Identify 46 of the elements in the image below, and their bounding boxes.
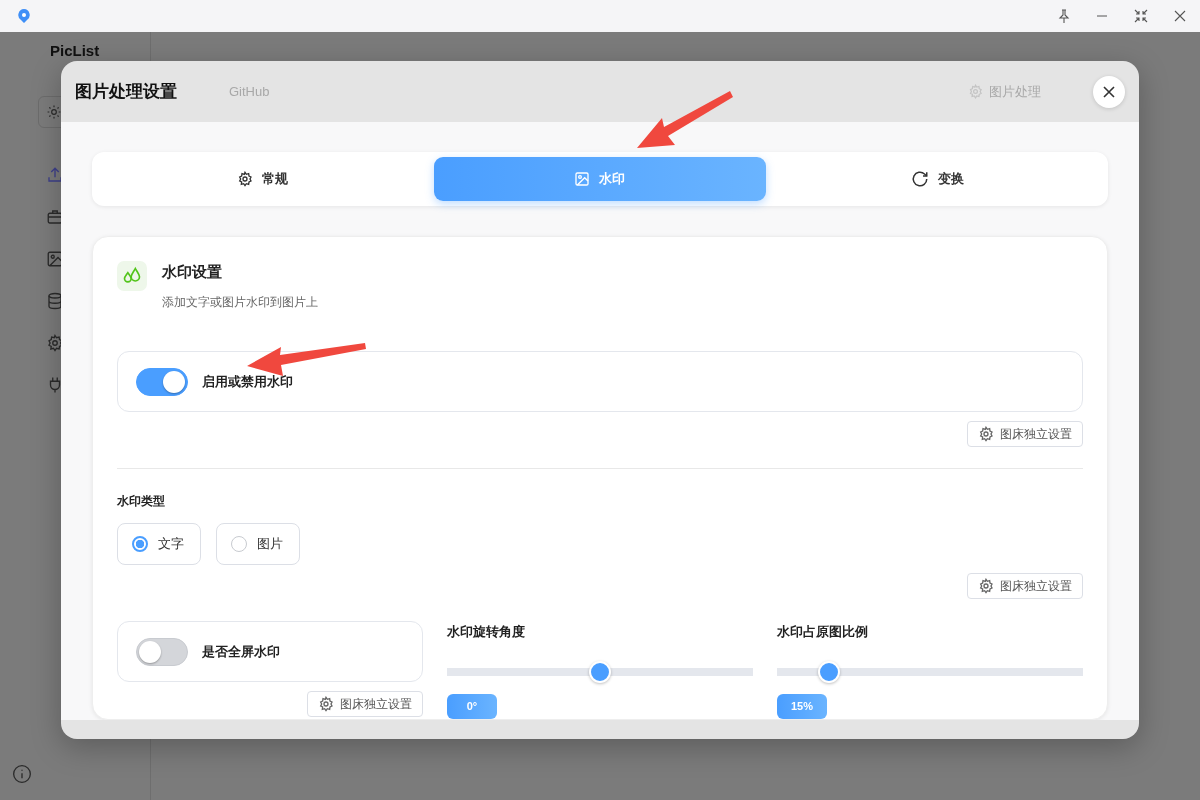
info-icon[interactable] bbox=[12, 764, 32, 784]
radio-button[interactable] bbox=[132, 536, 148, 552]
briefcase-icon[interactable] bbox=[46, 208, 64, 226]
settings-button[interactable]: 图床独立设置 bbox=[967, 573, 1083, 599]
slider-label: 水印旋转角度 bbox=[447, 623, 526, 641]
settings-button[interactable]: 图床独立设置 bbox=[307, 691, 423, 717]
tab[interactable]: 变换 bbox=[771, 157, 1103, 201]
droplet-icon bbox=[117, 261, 147, 291]
slider-thumb[interactable] bbox=[589, 661, 611, 683]
field-label: 水印类型 bbox=[117, 494, 165, 508]
app-name: PicList bbox=[49, 41, 100, 61]
toggle-label: 是否全屏水印 bbox=[202, 642, 280, 661]
close-button[interactable] bbox=[1093, 75, 1125, 108]
toggle-switch[interactable] bbox=[136, 367, 188, 396]
settings-icon[interactable] bbox=[46, 334, 64, 352]
app-logo-icon bbox=[18, 9, 30, 23]
pin-icon[interactable] bbox=[1058, 9, 1070, 23]
radio-button[interactable] bbox=[231, 536, 247, 552]
settings-icon bbox=[318, 696, 334, 712]
settings-icon bbox=[978, 578, 994, 594]
radio-option[interactable]: 文字 bbox=[117, 523, 201, 565]
slider-value: 0° bbox=[447, 694, 497, 719]
dialog-title: 图片处理设置 bbox=[75, 81, 178, 103]
section-title: 水印设置 bbox=[162, 263, 223, 282]
settings-icon bbox=[237, 171, 254, 187]
refresh-icon bbox=[910, 170, 929, 188]
database-icon[interactable] bbox=[46, 292, 64, 310]
image-icon bbox=[574, 171, 591, 187]
close-icon[interactable] bbox=[1174, 10, 1186, 22]
settings-icon bbox=[968, 84, 983, 99]
radio-option[interactable]: 图片 bbox=[216, 523, 300, 565]
background-text: GitHub bbox=[229, 84, 270, 99]
sun-icon bbox=[47, 105, 61, 119]
tab[interactable]: 常规 bbox=[97, 157, 429, 201]
slider-value: 15% bbox=[777, 694, 827, 719]
toggle-switch[interactable] bbox=[136, 637, 188, 666]
toggle-label: 启用或禁用水印 bbox=[202, 372, 293, 391]
slider-label: 水印占原图比例 bbox=[777, 623, 869, 641]
close-icon bbox=[1101, 83, 1117, 100]
image-icon[interactable] bbox=[46, 250, 64, 268]
restore-icon[interactable] bbox=[1134, 9, 1148, 23]
slider-thumb[interactable] bbox=[818, 661, 840, 683]
settings-icon bbox=[978, 426, 994, 442]
settings-button[interactable]: 图床独立设置 bbox=[967, 421, 1083, 447]
section-subtitle: 添加文字或图片水印到图片上 bbox=[162, 294, 318, 311]
upload-icon[interactable] bbox=[46, 166, 64, 184]
